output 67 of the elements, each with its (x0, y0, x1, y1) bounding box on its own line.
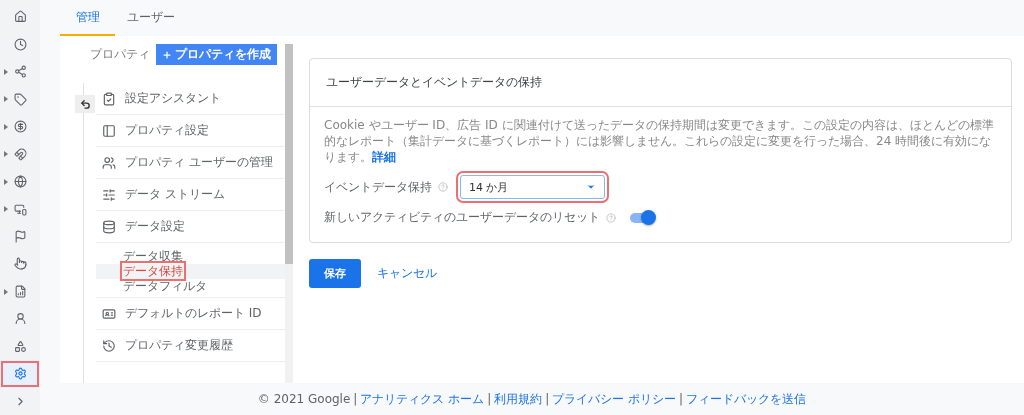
scrollbar-thumb[interactable] (285, 44, 293, 264)
footer-link[interactable]: プライバシー ポリシー (552, 390, 677, 408)
nav-label: データ設定 (125, 218, 185, 235)
back-arrow-icon (79, 98, 91, 110)
caret-icon (4, 123, 8, 130)
back-button[interactable] (75, 95, 95, 113)
help-icon (606, 212, 616, 223)
tab[interactable]: ユーザー (123, 0, 178, 36)
description-text: Cookie やユーザー ID、広告 ID に関連付けて送ったデータの保持期間は変更できます。この設定の内容は、ほとんどの標準的なレポート（集計データに基づくレポート）には影響しません。これらの設定に変更を行った場合、24 時間後に有効になります。詳細 (324, 117, 995, 165)
property-label: プロパティ (90, 46, 150, 63)
nav-label: プロパティ ユーザーの管理 (125, 154, 273, 171)
scrollbar[interactable] (285, 44, 293, 383)
id-card-icon (102, 306, 116, 321)
flag-icon (13, 230, 27, 243)
panel-icon (102, 123, 116, 138)
separator: | (679, 392, 684, 406)
database-icon (102, 219, 116, 234)
separator: | (487, 392, 492, 406)
create-property-button[interactable]: プロパティを作成 (156, 44, 277, 65)
caret-icon (4, 178, 8, 185)
reset-label: 新しいアクティビティのユーザーデータのリセット (324, 209, 600, 226)
details-link[interactable]: 詳細 (372, 150, 396, 164)
separator: | (353, 392, 358, 406)
sub-nav-item[interactable]: データフィルタ (96, 279, 285, 294)
settings-icon (13, 367, 27, 381)
copyright-text: © 2021 Google (257, 392, 351, 406)
footer-link[interactable]: フィードバックを送信 (686, 390, 807, 408)
devices-icon (13, 202, 27, 216)
sliders-icon (102, 187, 116, 202)
cancel-link[interactable]: キャンセル (377, 266, 437, 281)
clock-icon (13, 37, 27, 51)
caret-icon (4, 151, 8, 158)
caret-icon (4, 96, 8, 103)
shapes-icon (13, 339, 27, 353)
reset-toggle[interactable] (630, 212, 654, 223)
globe-icon (13, 175, 27, 189)
rail-item[interactable] (0, 360, 40, 388)
tag-icon (13, 92, 27, 106)
separator: | (545, 392, 550, 406)
dropdown-icon (586, 182, 596, 192)
pointer-icon (13, 257, 27, 271)
history-icon (102, 338, 116, 353)
sub-nav-item[interactable]: データ保持 (96, 264, 285, 279)
caret-icon (4, 288, 8, 295)
plus-icon (162, 49, 172, 60)
nav-label: 設定アシスタント (125, 90, 221, 107)
report-icon (13, 284, 27, 298)
retention-label: イベントデータ保持 (324, 178, 432, 196)
footer-link[interactable]: アナリティクス ホーム (360, 390, 485, 408)
nav-label: プロパティ設定 (125, 122, 209, 139)
caret-icon (4, 206, 8, 213)
users-icon (102, 155, 116, 170)
checklist-icon (102, 91, 116, 106)
user-icon (13, 312, 27, 326)
save-button[interactable]: 保存 (309, 259, 361, 288)
magnet-icon (13, 147, 27, 161)
caret-icon (4, 68, 8, 75)
nav-label: デフォルトのレポート ID (125, 305, 262, 322)
branch-icon (13, 65, 27, 79)
nav-label: データ ストリーム (125, 186, 225, 203)
card-title: ユーザーデータとイベントデータの保持 (310, 59, 1011, 107)
sub-nav-item[interactable]: データ収集 (96, 249, 285, 264)
footer-link[interactable]: 利用規約 (494, 390, 543, 408)
help-icon (438, 182, 448, 192)
dollar-icon (13, 120, 27, 134)
home-icon (13, 10, 27, 24)
nav-label: プロパティ変更履歴 (125, 337, 233, 354)
